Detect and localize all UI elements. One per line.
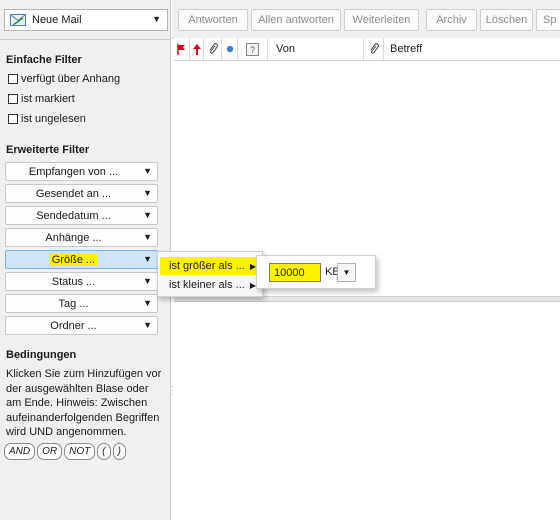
conditions-title: Bedingungen (6, 349, 77, 361)
filter-tag-button[interactable]: Tag ... ▼ (5, 294, 158, 313)
from-column-label: Von (276, 43, 295, 55)
filter-sent-to-label: Gesendet an ... (35, 188, 112, 200)
dropdown-arrow-icon: ▼ (143, 232, 152, 242)
filter-received-from-button[interactable]: Empfangen von ... ▼ (5, 162, 158, 181)
attachment-column-icon[interactable] (364, 38, 384, 60)
filter-sidebar: Neue Mail ▼ Einfache Filter verfügt über… (0, 0, 171, 520)
menu-item-less-than[interactable]: ist kleiner als ... ▶ (160, 276, 260, 294)
junk-icon[interactable]: ? (238, 38, 268, 60)
flag-icon[interactable] (174, 38, 190, 60)
filter-folder-label: Ordner ... (50, 320, 97, 332)
filter-is-flagged[interactable]: ist markiert (8, 93, 75, 105)
chevron-down-icon: ▼ (342, 268, 351, 277)
filter-is-flagged-label: ist markiert (21, 93, 75, 105)
operator-and-button[interactable]: AND (4, 443, 36, 460)
dropdown-arrow-icon: ▼ (143, 188, 152, 198)
subject-column-header[interactable]: Betreff (384, 38, 560, 60)
operator-or-button[interactable]: OR (37, 443, 63, 460)
svg-text:?: ? (250, 45, 255, 55)
operator-bubbles: AND OR NOT ( ) (4, 443, 126, 460)
filter-sent-to-button[interactable]: Gesendet an ... ▼ (5, 184, 158, 203)
filter-attachments-button[interactable]: Anhänge ... ▼ (5, 228, 158, 247)
filter-folder-button[interactable]: Ordner ... ▼ (5, 316, 158, 335)
menu-item-less-than-label: ist kleiner als ... (169, 279, 245, 291)
delete-button[interactable]: Löschen (480, 9, 533, 31)
new-mail-label: Neue Mail (32, 14, 82, 26)
priority-icon[interactable] (190, 38, 204, 60)
filter-send-date-button[interactable]: Sendedatum ... ▼ (5, 206, 158, 225)
operator-close-paren-button[interactable]: ) (112, 443, 126, 460)
dropdown-arrow-icon: ▼ (143, 210, 152, 220)
message-toolbar: Antworten Allen antworten Weiterleiten A… (172, 0, 560, 39)
size-value-input[interactable]: 10000 (269, 263, 321, 282)
operator-open-paren-button[interactable]: ( (97, 443, 111, 460)
dropdown-arrow-icon: ▼ (143, 166, 152, 176)
filter-received-from-label: Empfangen von ... (28, 166, 119, 178)
menu-item-greater-than[interactable]: ist größer als ... ▶ (160, 257, 260, 275)
unread-dot-icon[interactable] (222, 38, 238, 60)
subject-column-label: Betreff (390, 43, 423, 55)
menu-item-greater-than-label: ist größer als ... (169, 260, 245, 272)
dropdown-arrow-icon: ▼ (143, 320, 152, 330)
filter-send-date-label: Sendedatum ... (36, 210, 111, 222)
checkbox[interactable] (8, 114, 18, 124)
conditions-hint: Klicken Sie zum Hinzufügen vor der ausge… (6, 368, 162, 438)
forward-button[interactable]: Weiterleiten (344, 9, 419, 31)
archive-button[interactable]: Archiv (426, 9, 477, 31)
message-list-header: ? Von Betreff (174, 38, 560, 61)
filter-has-attachment-label: verfügt über Anhang (21, 73, 121, 85)
simple-filters-title: Einfache Filter (6, 54, 82, 66)
filter-is-unread-label: ist ungelesen (21, 113, 86, 125)
reply-button[interactable]: Antworten (178, 9, 248, 31)
attachment-icon[interactable] (204, 38, 222, 60)
dropdown-arrow-icon: ▼ (143, 254, 152, 264)
checkbox[interactable] (8, 74, 18, 84)
spam-button[interactable]: Sp (536, 9, 560, 31)
filter-is-unread[interactable]: ist ungelesen (8, 113, 86, 125)
filter-size-label: Größe ... (49, 254, 98, 266)
size-value-popup: 10000 KB ▼ (256, 255, 376, 289)
divider (0, 39, 171, 40)
size-filter-menu: ist größer als ... ▶ ist kleiner als ...… (157, 251, 263, 297)
chevron-down-icon[interactable]: ▼ (152, 14, 161, 24)
filter-has-attachment[interactable]: verfügt über Anhang (8, 73, 120, 85)
new-mail-icon (10, 14, 26, 26)
checkbox[interactable] (8, 94, 18, 104)
operator-not-button[interactable]: NOT (64, 443, 96, 460)
filter-size-button[interactable]: Größe ... ▼ (5, 250, 158, 269)
advanced-filters-title: Erweiterte Filter (6, 144, 90, 156)
panel-resize-grip[interactable]: · · · (171, 383, 174, 399)
new-mail-button[interactable]: Neue Mail ▼ (4, 9, 168, 31)
unit-dropdown-button[interactable]: ▼ (337, 263, 356, 282)
filter-status-button[interactable]: Status ... ▼ (5, 272, 158, 291)
from-column-header[interactable]: Von (268, 38, 364, 60)
dropdown-arrow-icon: ▼ (143, 298, 152, 308)
filter-status-label: Status ... (51, 276, 96, 288)
filter-tag-label: Tag ... (58, 298, 89, 310)
dropdown-arrow-icon: ▼ (143, 276, 152, 286)
filter-attachments-label: Anhänge ... (45, 232, 102, 244)
reply-all-button[interactable]: Allen antworten (251, 9, 341, 31)
